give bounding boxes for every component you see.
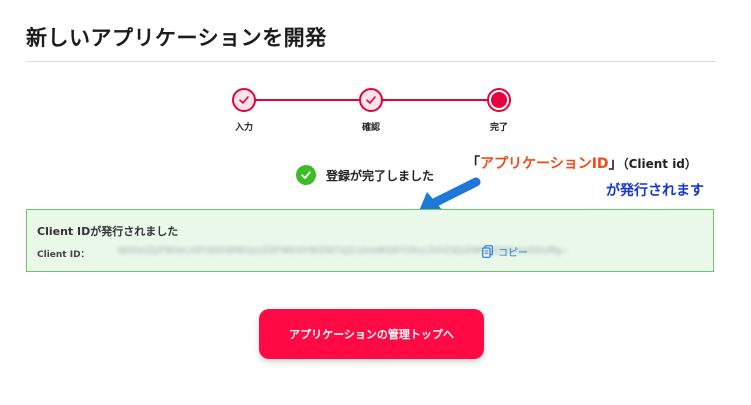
step-label-confirm: 確認	[361, 123, 380, 133]
check-circle-icon	[296, 165, 316, 185]
current-step-dot	[491, 92, 507, 108]
page: 新しいアプリケーションを開発 入力 確認 完了 登録が完了しました 「アプリケー…	[0, 0, 751, 405]
progress-stepper: 入力 確認 完了	[0, 0, 751, 140]
step-1-done-circle	[232, 88, 256, 112]
stepper-connector	[244, 99, 370, 101]
annotation-open-bracket: 「	[466, 156, 480, 172]
annotation-close-bracket: 」	[608, 156, 623, 172]
annotation-client-id-note: （Client id）	[622, 157, 697, 171]
step-2-done-circle	[359, 88, 383, 112]
client-id-box: Client IDが発行されました Client ID： dj00aiZpPWl…	[26, 209, 714, 272]
annotation-highlight: アプリケーションID	[480, 156, 609, 172]
go-to-app-management-button[interactable]: アプリケーションの管理トップへ	[259, 309, 484, 359]
stepper-connector	[371, 99, 499, 101]
step-label-input: 入力	[234, 123, 253, 133]
check-icon	[366, 96, 376, 104]
annotation-issued-text: が発行されます	[606, 183, 704, 199]
copy-client-id-button[interactable]: コピー	[482, 244, 528, 259]
client-id-label: Client ID：	[37, 250, 90, 260]
copy-button-label: コピー	[498, 248, 528, 259]
copy-icon	[482, 245, 493, 258]
step-3-current-circle	[487, 88, 511, 112]
client-id-box-title: Client IDが発行されました	[37, 225, 179, 238]
step-label-complete: 完了	[489, 123, 508, 133]
annotation-callout: 「アプリケーションID」（Client id）	[466, 153, 697, 173]
check-icon	[239, 96, 249, 104]
